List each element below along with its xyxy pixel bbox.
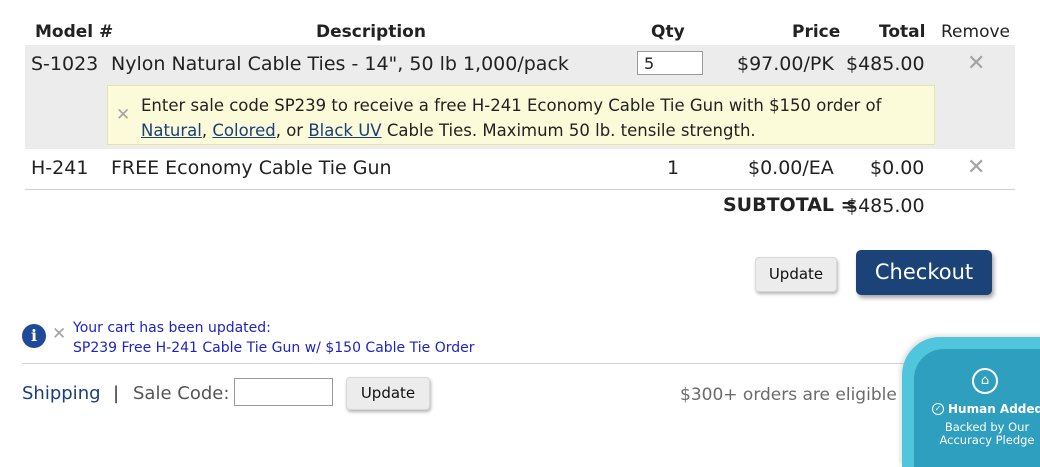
row-price: $97.00/PK bbox=[737, 53, 834, 75]
divider bbox=[22, 363, 1015, 364]
cart-table: Model # Description Qty Price Total Remo… bbox=[25, 18, 1015, 222]
promo-banner: ✕ Enter sale code SP239 to receive a fre… bbox=[107, 85, 935, 145]
subtotal-label: SUBTOTAL = bbox=[723, 194, 857, 216]
close-icon[interactable]: ✕ bbox=[116, 105, 130, 125]
promo-separator: , bbox=[201, 121, 213, 140]
sale-code-label: Sale Code: bbox=[133, 383, 230, 404]
row-model: H-241 bbox=[31, 157, 89, 179]
promo-text-tail: Cable Ties. Maximum 50 lb. tensile stren… bbox=[381, 121, 756, 140]
accuracy-badge[interactable]: ⌂ ✓ Human Added Backed by Our Accuracy P… bbox=[902, 337, 1040, 467]
check-icon: ✓ bbox=[932, 403, 944, 415]
update-button[interactable]: Update bbox=[755, 257, 837, 292]
subtotal-row: SUBTOTAL = $485.00 bbox=[25, 190, 1015, 222]
badge-panel: ⌂ ✓ Human Added Backed by Our Accuracy P… bbox=[914, 349, 1040, 467]
promo-text: Enter sale code SP239 to receive a free … bbox=[141, 93, 881, 143]
row-price: $0.00/EA bbox=[748, 157, 834, 179]
close-icon[interactable]: ✕ bbox=[967, 157, 985, 179]
link-black-uv[interactable]: Black UV bbox=[308, 121, 381, 140]
badge-title: Human Added bbox=[948, 402, 1040, 416]
header-total: Total bbox=[879, 22, 926, 42]
close-icon[interactable]: ✕ bbox=[52, 324, 66, 344]
sale-code-update-button[interactable]: Update bbox=[346, 377, 430, 410]
row-description: Nylon Natural Cable Ties - 14", 50 lb 1,… bbox=[111, 53, 569, 75]
header-price: Price bbox=[792, 22, 841, 42]
notice-line: Your cart has been updated: bbox=[73, 320, 271, 336]
table-row: S-1023 Nylon Natural Cable Ties - 14", 5… bbox=[25, 45, 1015, 149]
row-qty: 1 bbox=[667, 157, 680, 179]
shipping-link[interactable]: Shipping bbox=[22, 383, 101, 404]
row-total: $0.00 bbox=[870, 157, 925, 179]
info-icon: i bbox=[22, 324, 46, 348]
header-qty: Qty bbox=[651, 22, 685, 42]
notice-line: SP239 Free H-241 Cable Tie Gun w/ $150 C… bbox=[73, 340, 475, 356]
promo-separator: , or bbox=[275, 121, 309, 140]
quantity-input[interactable] bbox=[637, 51, 703, 75]
home-icon: ⌂ bbox=[972, 368, 998, 394]
badge-subtitle: Backed by Our Accuracy Pledge bbox=[939, 420, 1035, 447]
row-total: $485.00 bbox=[846, 53, 925, 75]
row-model: S-1023 bbox=[31, 53, 99, 75]
promo-text-line: Enter sale code SP239 to receive a free … bbox=[141, 96, 882, 115]
notice-message: Your cart has been updated: SP239 Free H… bbox=[73, 318, 474, 358]
close-icon[interactable]: ✕ bbox=[967, 53, 985, 75]
separator: | bbox=[113, 383, 120, 404]
link-natural[interactable]: Natural bbox=[141, 121, 202, 140]
row-description: FREE Economy Cable Tie Gun bbox=[111, 157, 392, 179]
table-row: H-241 FREE Economy Cable Tie Gun 1 $0.00… bbox=[25, 149, 1015, 190]
header-model: Model # bbox=[35, 22, 114, 42]
sale-code-input[interactable] bbox=[234, 378, 333, 406]
link-colored[interactable]: Colored bbox=[212, 121, 275, 140]
checkout-button[interactable]: Checkout bbox=[856, 250, 992, 295]
header-description: Description bbox=[316, 22, 426, 42]
header-remove: Remove bbox=[941, 22, 1010, 42]
subtotal-value: $485.00 bbox=[846, 195, 925, 217]
table-header: Model # Description Qty Price Total Remo… bbox=[25, 18, 1015, 45]
